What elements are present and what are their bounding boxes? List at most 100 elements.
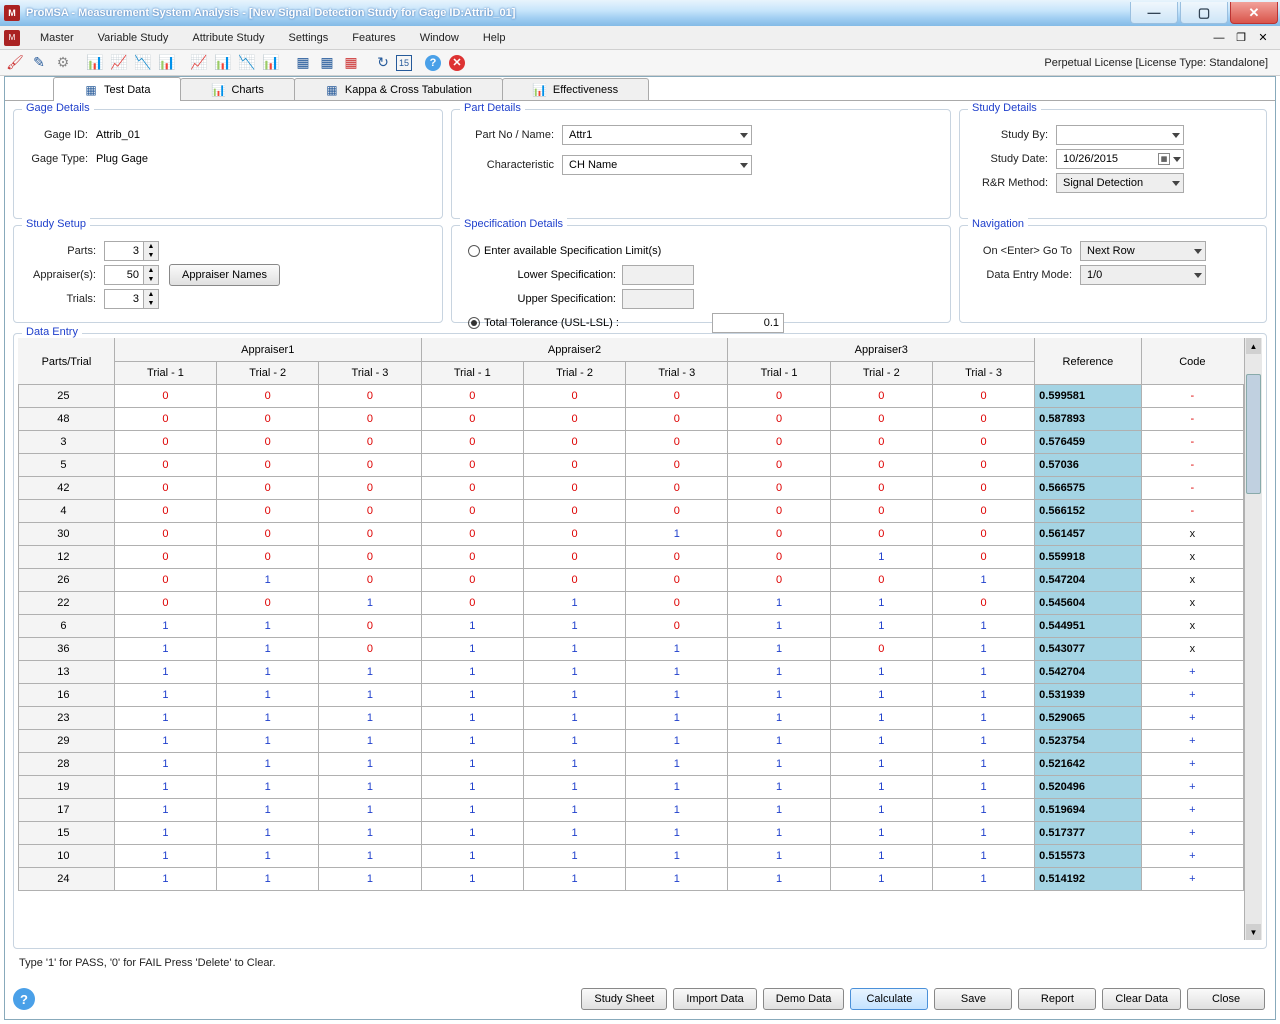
data-cell[interactable]: 1: [523, 615, 625, 638]
reference-cell[interactable]: 0.599581: [1035, 385, 1142, 408]
data-cell[interactable]: 0: [626, 454, 728, 477]
reference-cell[interactable]: 0.517377: [1035, 822, 1142, 845]
data-cell[interactable]: 0: [114, 500, 216, 523]
data-cell[interactable]: 1: [319, 730, 421, 753]
demo-data-button[interactable]: Demo Data: [763, 988, 845, 1010]
tolerance-radio[interactable]: [468, 317, 480, 329]
tool-chart4-icon[interactable]: 📊: [156, 52, 178, 74]
data-cell[interactable]: 1: [728, 776, 830, 799]
data-cell[interactable]: 0: [932, 592, 1034, 615]
data-cell[interactable]: 1: [830, 684, 932, 707]
data-cell[interactable]: 1: [421, 822, 523, 845]
data-cell[interactable]: 0: [932, 431, 1034, 454]
tolerance-input[interactable]: [712, 313, 784, 333]
data-cell[interactable]: 1: [114, 799, 216, 822]
reference-cell[interactable]: 0.529065: [1035, 707, 1142, 730]
data-cell[interactable]: 0: [728, 408, 830, 431]
data-cell[interactable]: 1: [217, 638, 319, 661]
data-cell[interactable]: 0: [217, 477, 319, 500]
reference-cell[interactable]: 0.515573: [1035, 845, 1142, 868]
data-cell[interactable]: 1: [932, 730, 1034, 753]
tool-help-icon[interactable]: ?: [422, 52, 444, 74]
tab-effectiveness[interactable]: 📊Effectiveness: [502, 78, 649, 100]
data-cell[interactable]: 1: [728, 615, 830, 638]
reference-cell[interactable]: 0.587893: [1035, 408, 1142, 431]
data-cell[interactable]: 0: [728, 546, 830, 569]
data-cell[interactable]: 0: [523, 408, 625, 431]
mdi-close-icon[interactable]: ✕: [1254, 31, 1272, 45]
data-cell[interactable]: 0: [421, 546, 523, 569]
tool-chart7-icon[interactable]: 📉: [236, 52, 258, 74]
tool-pencil-icon[interactable]: ✎: [28, 52, 50, 74]
tool-grid2-icon[interactable]: ▦: [316, 52, 338, 74]
menu-variable-study[interactable]: Variable Study: [86, 28, 181, 48]
data-cell[interactable]: 0: [626, 408, 728, 431]
reference-cell[interactable]: 0.523754: [1035, 730, 1142, 753]
data-cell[interactable]: 1: [728, 845, 830, 868]
data-cell[interactable]: 1: [830, 845, 932, 868]
reference-cell[interactable]: 0.566152: [1035, 500, 1142, 523]
reference-cell[interactable]: 0.514192: [1035, 868, 1142, 891]
data-cell[interactable]: 1: [523, 661, 625, 684]
data-cell[interactable]: 0: [830, 431, 932, 454]
data-cell[interactable]: 1: [728, 799, 830, 822]
data-cell[interactable]: 1: [523, 868, 625, 891]
data-cell[interactable]: 0: [728, 431, 830, 454]
data-cell[interactable]: 0: [421, 431, 523, 454]
data-cell[interactable]: 1: [830, 546, 932, 569]
data-cell[interactable]: 1: [114, 684, 216, 707]
data-cell[interactable]: 0: [830, 569, 932, 592]
data-cell[interactable]: 0: [217, 408, 319, 431]
help-button[interactable]: ?: [13, 988, 35, 1010]
data-cell[interactable]: 0: [830, 385, 932, 408]
data-cell[interactable]: 1: [114, 868, 216, 891]
data-cell[interactable]: 0: [421, 454, 523, 477]
tool-grid1-icon[interactable]: ▦: [292, 52, 314, 74]
data-cell[interactable]: 0: [217, 431, 319, 454]
goto-combo[interactable]: Next Row: [1080, 241, 1206, 261]
data-cell[interactable]: 1: [217, 569, 319, 592]
data-cell[interactable]: 0: [932, 477, 1034, 500]
data-cell[interactable]: 0: [114, 523, 216, 546]
data-cell[interactable]: 0: [319, 569, 421, 592]
data-cell[interactable]: 1: [421, 730, 523, 753]
data-cell[interactable]: 0: [523, 546, 625, 569]
data-cell[interactable]: 0: [626, 569, 728, 592]
data-cell[interactable]: 0: [830, 638, 932, 661]
reference-cell[interactable]: 0.544951: [1035, 615, 1142, 638]
data-cell[interactable]: 1: [421, 707, 523, 730]
menu-features[interactable]: Features: [340, 28, 407, 48]
menu-settings[interactable]: Settings: [277, 28, 341, 48]
data-cell[interactable]: 1: [217, 776, 319, 799]
data-cell[interactable]: 0: [319, 385, 421, 408]
data-cell[interactable]: 0: [626, 546, 728, 569]
calculate-button[interactable]: Calculate: [850, 988, 928, 1010]
data-cell[interactable]: 1: [421, 845, 523, 868]
data-cell[interactable]: 1: [523, 684, 625, 707]
scroll-thumb[interactable]: [1246, 374, 1261, 494]
import-data-button[interactable]: Import Data: [673, 988, 756, 1010]
data-cell[interactable]: 0: [217, 385, 319, 408]
data-cell[interactable]: 1: [932, 776, 1034, 799]
data-cell[interactable]: 0: [421, 477, 523, 500]
data-cell[interactable]: 0: [319, 500, 421, 523]
reference-cell[interactable]: 0.547204: [1035, 569, 1142, 592]
tool-chart1-icon[interactable]: 📊: [84, 52, 106, 74]
data-cell[interactable]: 0: [319, 454, 421, 477]
close-button[interactable]: Close: [1187, 988, 1265, 1010]
save-button[interactable]: Save: [934, 988, 1012, 1010]
data-cell[interactable]: 0: [114, 408, 216, 431]
data-cell[interactable]: 1: [114, 615, 216, 638]
data-cell[interactable]: 0: [217, 500, 319, 523]
data-cell[interactable]: 1: [421, 661, 523, 684]
data-cell[interactable]: 1: [319, 822, 421, 845]
data-cell[interactable]: 1: [523, 707, 625, 730]
data-cell[interactable]: 1: [217, 799, 319, 822]
data-cell[interactable]: 1: [728, 753, 830, 776]
data-cell[interactable]: 0: [932, 523, 1034, 546]
data-cell[interactable]: 1: [830, 615, 932, 638]
tool-grid3-icon[interactable]: ▦: [340, 52, 362, 74]
data-cell[interactable]: 1: [217, 615, 319, 638]
data-cell[interactable]: 1: [523, 638, 625, 661]
tool-chart8-icon[interactable]: 📊: [260, 52, 282, 74]
